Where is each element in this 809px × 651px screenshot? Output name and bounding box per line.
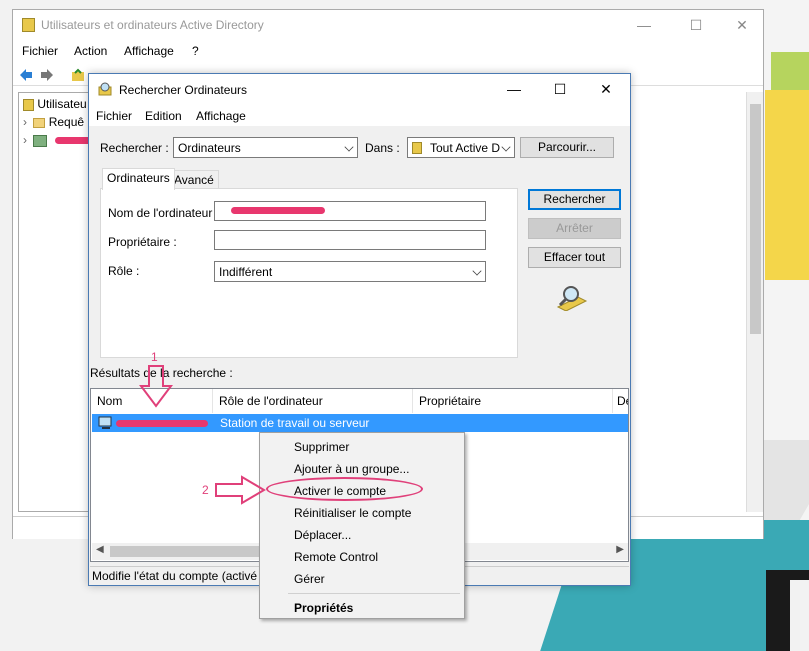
search-type-value: Ordinateurs (178, 141, 241, 155)
ad-folder-icon (412, 142, 422, 154)
dialog-maximize-button[interactable]: ☐ (537, 74, 583, 104)
domain-icon (33, 134, 48, 147)
dialog-menu-fichier[interactable]: Fichier (96, 109, 132, 123)
annotation-step-2: 2 (202, 483, 209, 497)
scroll-right-icon[interactable]: ▶ (616, 544, 624, 555)
dialog-menu-edition[interactable]: Edition (145, 109, 182, 123)
owner-field[interactable] (214, 230, 486, 250)
scope-value: Tout Active D (430, 141, 501, 155)
main-vertical-scrollbar[interactable] (746, 92, 763, 512)
menu-item-remote-control[interactable]: Remote Control (260, 546, 464, 568)
dialog-close-button[interactable]: ✕ (583, 74, 629, 104)
tab-avance[interactable]: Avancé (169, 170, 219, 190)
role-combo[interactable]: Indifférent (214, 261, 486, 282)
arrow-right-annotation-icon (215, 475, 266, 505)
menu-item-delete[interactable]: Supprimer (260, 436, 464, 458)
search-animation-icon (556, 286, 588, 311)
menu-fichier[interactable]: Fichier (22, 44, 58, 58)
search-type-label: Rechercher : (100, 141, 169, 155)
annotation-step-1: 1 (151, 350, 158, 364)
main-window-title: Utilisateurs et ordinateurs Active Direc… (41, 18, 264, 32)
tree-saved-queries-label: Requê (48, 115, 85, 129)
dialog-minimize-button[interactable]: — (491, 74, 537, 104)
ad-folder-icon (23, 98, 34, 111)
owner-label: Propriétaire : (108, 235, 177, 249)
search-button[interactable]: Rechercher (528, 189, 621, 210)
dialog-menu-affichage[interactable]: Affichage (196, 109, 246, 123)
redaction-mark (116, 420, 208, 427)
menu-affichage[interactable]: Affichage (124, 44, 174, 58)
computer-icon (98, 416, 112, 429)
dialog-title-bar[interactable]: Rechercher Ordinateurs — ☐ ✕ (89, 74, 630, 104)
clear-all-button[interactable]: Effacer tout (528, 247, 621, 268)
tree-root[interactable]: Utilisateu (23, 97, 87, 111)
menu-item-reset-account[interactable]: Réinitialiser le compte (260, 502, 464, 524)
scope-combo[interactable]: Tout Active D (407, 137, 515, 158)
computer-name-label: Nom de l'ordinateur : (108, 206, 220, 220)
menu-separator (288, 593, 460, 594)
chevron-right-icon[interactable]: › (23, 133, 27, 147)
folder-icon (33, 117, 46, 128)
row-role-cell: Station de travail ou serveur (220, 416, 370, 430)
scroll-left-icon[interactable]: ◀ (96, 544, 104, 555)
stop-button[interactable]: Arrêter (528, 218, 621, 239)
role-label: Rôle : (108, 264, 140, 278)
menu-help[interactable]: ? (192, 44, 199, 58)
tab-ordinateurs[interactable]: Ordinateurs (102, 168, 175, 190)
dialog-title: Rechercher Ordinateurs (119, 83, 248, 97)
annotation-highlight-ellipse (266, 477, 423, 501)
forward-arrow-icon[interactable] (40, 68, 54, 82)
search-type-combo[interactable]: Ordinateurs (173, 137, 358, 158)
browse-button[interactable]: Parcourir... (520, 137, 614, 158)
chevron-down-icon (472, 266, 482, 276)
chevron-right-icon[interactable]: › (23, 115, 27, 129)
dialog-menu-bar: Fichier Edition Affichage (89, 104, 630, 126)
menu-item-manage[interactable]: Gérer (260, 568, 464, 590)
main-title-bar[interactable]: Utilisateurs et ordinateurs Active Direc… (13, 10, 763, 40)
main-menu-bar: Fichier Action Affichage ? (13, 41, 763, 61)
chevron-down-icon (501, 142, 511, 152)
tree-pane: Utilisateu › Requê › (18, 92, 98, 512)
chevron-down-icon (344, 142, 354, 152)
scrollbar-thumb[interactable] (750, 104, 761, 334)
scrollbar-thumb[interactable] (110, 546, 260, 557)
column-header-role[interactable]: Rôle de l'ordinateur (213, 389, 413, 413)
column-header-owner[interactable]: Propriétaire (413, 389, 613, 413)
desktop-decoration (765, 90, 809, 280)
close-button[interactable]: ✕ (719, 10, 765, 40)
context-menu: Supprimer Ajouter à un groupe... Activer… (259, 432, 465, 619)
desktop-decoration (790, 580, 809, 651)
table-row[interactable]: Station de travail ou serveur (92, 414, 628, 432)
folder-up-icon[interactable] (71, 68, 85, 82)
search-computers-icon (98, 82, 112, 96)
menu-item-move[interactable]: Déplacer... (260, 524, 464, 546)
maximize-button[interactable]: ☐ (673, 10, 719, 40)
tree-root-label: Utilisateu (37, 97, 87, 111)
tree-saved-queries[interactable]: › Requê (23, 115, 84, 129)
minimize-button[interactable]: — (621, 10, 667, 40)
column-header-description[interactable]: De (613, 389, 628, 413)
tree-domain[interactable]: › (23, 133, 48, 147)
redaction-mark (231, 207, 325, 214)
menu-item-properties[interactable]: Propriétés (260, 597, 464, 619)
arrow-down-annotation-icon (139, 365, 173, 408)
search-criteria-panel: Nom de l'ordinateur : Propriétaire : Rôl… (100, 188, 518, 358)
role-value: Indifférent (219, 265, 273, 279)
scope-label: Dans : (365, 141, 400, 155)
ad-app-icon (22, 18, 35, 32)
menu-action[interactable]: Action (74, 44, 107, 58)
back-arrow-icon[interactable] (19, 68, 33, 82)
